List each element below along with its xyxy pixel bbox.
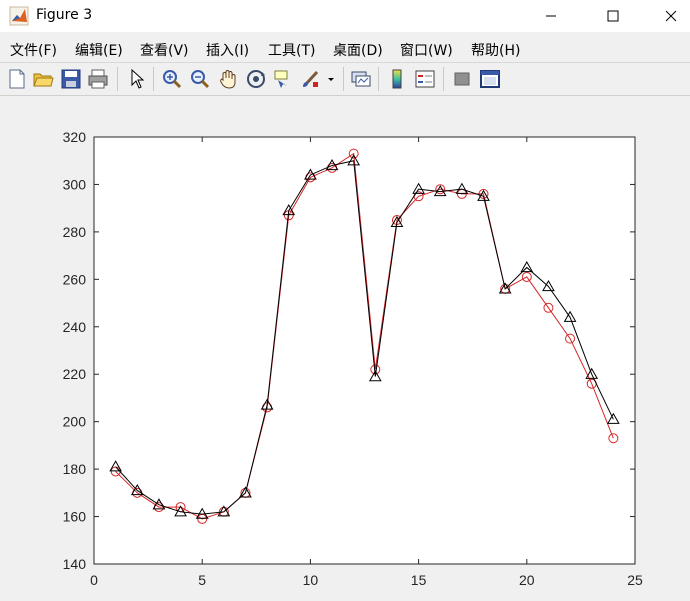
x-tick-label: 15 <box>411 572 427 588</box>
x-tick-label: 0 <box>90 572 98 588</box>
show-plot-tools-icon[interactable] <box>479 68 501 90</box>
menu-edit[interactable]: 编辑(E) <box>75 40 123 60</box>
y-tick-label: 140 <box>63 556 87 572</box>
toolbar-separator <box>378 67 379 91</box>
menu-window[interactable]: 窗口(W) <box>400 40 453 60</box>
x-tick-label: 5 <box>198 572 206 588</box>
menu-tools[interactable]: 工具(T) <box>268 40 315 60</box>
menu-desktop[interactable]: 桌面(D) <box>333 40 383 60</box>
close-button[interactable] <box>648 0 690 32</box>
menu-bar: 文件(F) 编辑(E) 查看(V) 插入(I) 工具(T) 桌面(D) 窗口(W… <box>0 32 690 63</box>
pointer-icon[interactable] <box>126 68 148 90</box>
data-cursor-icon[interactable] <box>272 68 294 90</box>
y-tick-label: 160 <box>63 509 87 525</box>
y-tick-label: 300 <box>63 176 87 192</box>
y-tick-label: 200 <box>63 414 87 430</box>
new-figure-icon[interactable] <box>6 68 28 90</box>
menu-file[interactable]: 文件(F) <box>10 40 57 60</box>
maximize-icon <box>607 10 619 22</box>
plot-area[interactable] <box>93 136 636 565</box>
x-tick-label: 10 <box>303 572 319 588</box>
menu-help[interactable]: 帮助(H) <box>471 40 520 60</box>
y-tick-label: 320 <box>63 129 87 145</box>
title-bar: Figure 3 <box>0 0 690 32</box>
hide-plot-tools-icon[interactable] <box>451 68 473 90</box>
legend-icon[interactable] <box>414 68 436 90</box>
toolbar-separator <box>343 67 344 91</box>
y-tick-label: 260 <box>63 271 87 287</box>
maximize-button[interactable] <box>590 0 636 32</box>
menu-insert[interactable]: 插入(I) <box>206 40 249 60</box>
y-tick-label: 280 <box>63 224 87 240</box>
menu-view[interactable]: 查看(V) <box>140 40 189 60</box>
minimize-icon <box>546 15 556 17</box>
brush-dropdown-icon[interactable] <box>326 68 336 90</box>
close-icon <box>665 10 677 22</box>
y-tick-label: 180 <box>63 461 87 477</box>
rotate-3d-icon[interactable] <box>245 68 267 90</box>
figure-canvas: 0 5 10 15 20 25 140 160 180 200 220 240 260 280 300 320 <box>0 96 690 601</box>
toolbar-separator <box>153 67 154 91</box>
y-tick-label: 220 <box>63 366 87 382</box>
toolbar-separator <box>117 67 118 91</box>
pan-icon[interactable] <box>217 68 239 90</box>
open-file-icon[interactable] <box>32 68 54 90</box>
matlab-icon <box>9 6 29 26</box>
x-tick-label: 20 <box>519 572 535 588</box>
zoom-out-icon[interactable] <box>189 68 211 90</box>
colorbar-icon[interactable] <box>386 68 408 90</box>
toolbar-separator <box>443 67 444 91</box>
save-icon[interactable] <box>60 68 82 90</box>
link-plot-icon[interactable] <box>350 68 372 90</box>
zoom-in-icon[interactable] <box>161 68 183 90</box>
toolbar <box>0 63 690 96</box>
y-tick-label: 240 <box>63 319 87 335</box>
print-icon[interactable] <box>87 68 109 90</box>
figure-window: Figure 3 文件(F) 编辑(E) 查看(V) 插入(I) 工具(T) 桌… <box>0 0 690 601</box>
line-chart[interactable]: 0 5 10 15 20 25 140 160 180 200 220 240 260 280 300 320 <box>0 96 690 601</box>
minimize-button[interactable] <box>528 0 574 32</box>
x-tick-label: 25 <box>627 572 643 588</box>
brush-icon[interactable] <box>300 68 322 90</box>
window-title: Figure 3 <box>36 7 93 23</box>
